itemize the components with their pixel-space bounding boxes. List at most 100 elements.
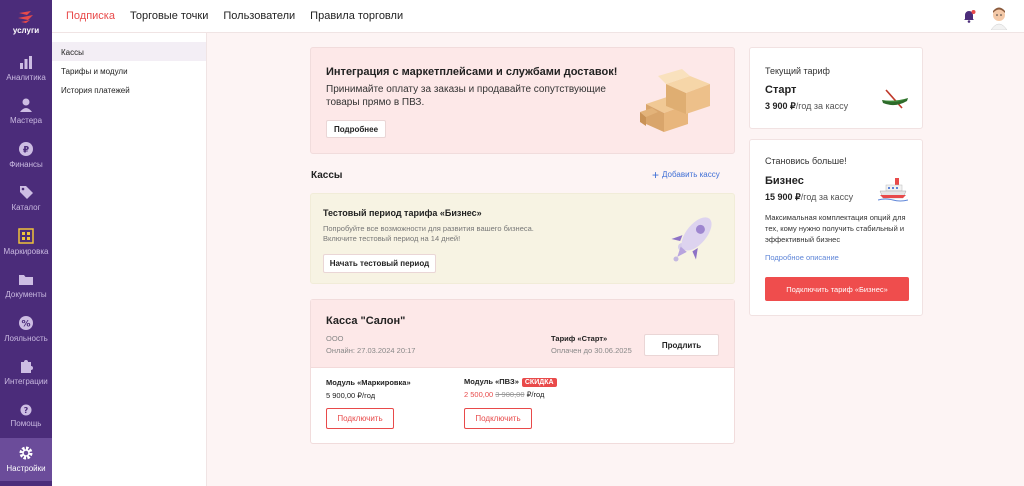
- tab-subscription[interactable]: Подписка: [66, 0, 115, 33]
- trial-text-line2: Включите тестовый период на 14 дней!: [323, 234, 461, 243]
- plus-icon: +: [652, 167, 660, 182]
- canoe-icon: [882, 89, 908, 109]
- promo-title: Интеграция с маркетплейсами и службами д…: [326, 66, 618, 78]
- kassa-tariff-label: Тариф «Старт»: [551, 334, 608, 343]
- add-kassa-button[interactable]: + Добавить кассу: [652, 167, 720, 182]
- ruble-icon: ₽: [19, 141, 33, 156]
- kassa-name: Касса "Салон": [326, 315, 406, 327]
- rail-label: Аналитика: [6, 72, 46, 82]
- prolong-button[interactable]: Продлить: [644, 334, 719, 356]
- upgrade-price: 15 900 ₽/год за кассу: [765, 192, 853, 203]
- module-name: Модуль «Маркировка»: [326, 378, 411, 387]
- module-price: 5 900,00 ₽/год: [326, 391, 376, 400]
- kassa-paid-until: Оплачен до 30.06.2025: [551, 346, 632, 355]
- gear-icon: [19, 446, 33, 460]
- subnav-item-kassy[interactable]: Кассы: [52, 42, 206, 61]
- settings-subnav: Кассы Тарифы и модули История платежей: [52, 33, 207, 486]
- rail-item-settings[interactable]: Настройки: [0, 437, 52, 481]
- bar-chart-icon: [20, 55, 32, 69]
- details-link[interactable]: Подробное описание: [765, 253, 839, 262]
- rocket-illustration: [671, 217, 712, 262]
- puzzle-icon: [21, 360, 33, 374]
- avatar[interactable]: [988, 4, 1010, 30]
- ship-icon: [878, 178, 908, 202]
- promo-text: Принимайте оплату за заказы и продавайте…: [326, 84, 606, 108]
- subnav-item-payment-history[interactable]: История платежей: [52, 80, 206, 99]
- rail-item-integrations[interactable]: Интеграции: [0, 351, 52, 395]
- connect-pvz-button[interactable]: Подключить: [464, 408, 532, 429]
- current-tariff-name: Старт: [765, 84, 797, 96]
- folder-icon: [19, 275, 33, 286]
- connect-business-button[interactable]: Подключить тариф «Бизнес»: [765, 277, 909, 301]
- tab-users[interactable]: Пользователи: [223, 0, 295, 33]
- rail-label: Мастера: [9, 116, 43, 126]
- rail-item-loyalty[interactable]: % Лояльность: [0, 307, 52, 351]
- module-name: Модуль «ПВЗ»: [464, 377, 519, 386]
- kassa-card: Касса "Салон" ООО Онлайн: 27.03.2024 20:…: [310, 299, 735, 444]
- qr-icon: [18, 228, 34, 244]
- module-pvz: Модуль «ПВЗ» СКИДКА 2 500,00 3 900,00 ₽/г…: [464, 377, 557, 399]
- module-marking: Модуль «Маркировка» 5 900,00 ₽/год: [326, 378, 411, 400]
- trial-period-card: Тестовый период тарифа «Бизнес» Попробуй…: [310, 193, 735, 284]
- svg-text:₽: ₽: [23, 145, 29, 155]
- person-icon: [20, 98, 32, 113]
- rail-label: Интеграции: [4, 377, 48, 387]
- rail-item-masters[interactable]: Мастера: [0, 90, 52, 134]
- top-nav: Подписка Торговые точки Пользователи Пра…: [52, 0, 1024, 33]
- bell-icon[interactable]: [962, 9, 976, 23]
- rail-label: Помощь: [10, 418, 42, 428]
- marketplace-promo-card: Интеграция с маркетплейсами и службами д…: [310, 47, 735, 154]
- kassy-section-title: Кассы: [311, 170, 343, 181]
- upgrade-description: Максимальная комплектация опций для тех,…: [765, 213, 906, 244]
- upgrade-tariff-card: Становись больше! Бизнес 15 900 ₽/год за…: [749, 139, 923, 316]
- module-price-unit: ₽/год: [526, 389, 545, 399]
- rail-item-analytics[interactable]: Аналитика: [0, 46, 52, 90]
- svg-text:?: ?: [24, 406, 29, 415]
- rail-item-finance[interactable]: ₽ Финансы: [0, 133, 52, 177]
- rail-label: Лояльность: [4, 333, 48, 343]
- price-value: 3 900 ₽: [765, 101, 796, 111]
- tab-trade-rules[interactable]: Правила торговли: [310, 0, 403, 33]
- add-kassa-label: Добавить кассу: [662, 170, 720, 179]
- upgrade-label: Становись больше!: [765, 156, 847, 166]
- rail-label: Маркировка: [3, 246, 49, 256]
- rail-label: Настройки: [6, 464, 46, 474]
- tag-icon: [20, 186, 33, 200]
- rail-item-marking[interactable]: Маркировка: [0, 220, 52, 264]
- price-value: 15 900 ₽: [765, 192, 801, 202]
- boxes-illustration: [640, 69, 710, 132]
- kassa-org: ООО: [326, 334, 344, 343]
- kassa-online: Онлайн: 27.03.2024 20:17: [326, 346, 416, 355]
- current-tariff-card: Текущий тариф Старт 3 900 ₽/год за кассу: [749, 47, 923, 129]
- price-unit: /год за кассу: [800, 192, 854, 202]
- kassa-card-header: Касса "Салон" ООО Онлайн: 27.03.2024 20:…: [311, 300, 734, 368]
- rail-label: Финансы: [9, 159, 43, 169]
- logo-icon: [18, 10, 33, 23]
- rail-item-catalog[interactable]: Каталог: [0, 177, 52, 221]
- help-icon: ?: [20, 404, 32, 416]
- trial-title: Тестовый период тарифа «Бизнес»: [323, 208, 482, 218]
- start-trial-button[interactable]: Начать тестовый период: [323, 254, 436, 273]
- current-tariff-price: 3 900 ₽/год за кассу: [765, 101, 848, 112]
- trial-text: Попробуйте все возможности для развития …: [323, 224, 573, 244]
- module-price-old: 3 900,00: [495, 389, 525, 399]
- subnav-item-tariffs[interactable]: Тарифы и модули: [52, 61, 206, 80]
- rail-label: Документы: [5, 290, 47, 300]
- svg-text:%: %: [21, 319, 30, 329]
- module-price-new: 2 500,00: [464, 389, 494, 399]
- current-tariff-label: Текущий тариф: [765, 66, 830, 76]
- rail-item-help[interactable]: ? Помощь: [0, 394, 52, 438]
- price-unit: /год за кассу: [795, 101, 849, 111]
- trial-text-line1: Попробуйте все возможности для развития …: [323, 224, 534, 233]
- brand-logo[interactable]: услуги: [0, 0, 52, 44]
- rail-label: Каталог: [11, 203, 41, 213]
- tab-outlets[interactable]: Торговые точки: [130, 0, 208, 33]
- rail-item-documents[interactable]: Документы: [0, 264, 52, 308]
- left-rail: услуги Аналитика Мастера ₽ Финансы Катал…: [0, 0, 52, 486]
- logo-text: услуги: [12, 25, 40, 35]
- more-button[interactable]: Подробнее: [326, 120, 386, 138]
- upgrade-name: Бизнес: [765, 175, 804, 187]
- percent-icon: %: [19, 315, 33, 330]
- connect-marking-button[interactable]: Подключить: [326, 408, 394, 429]
- discount-badge: СКИДКА: [521, 377, 557, 387]
